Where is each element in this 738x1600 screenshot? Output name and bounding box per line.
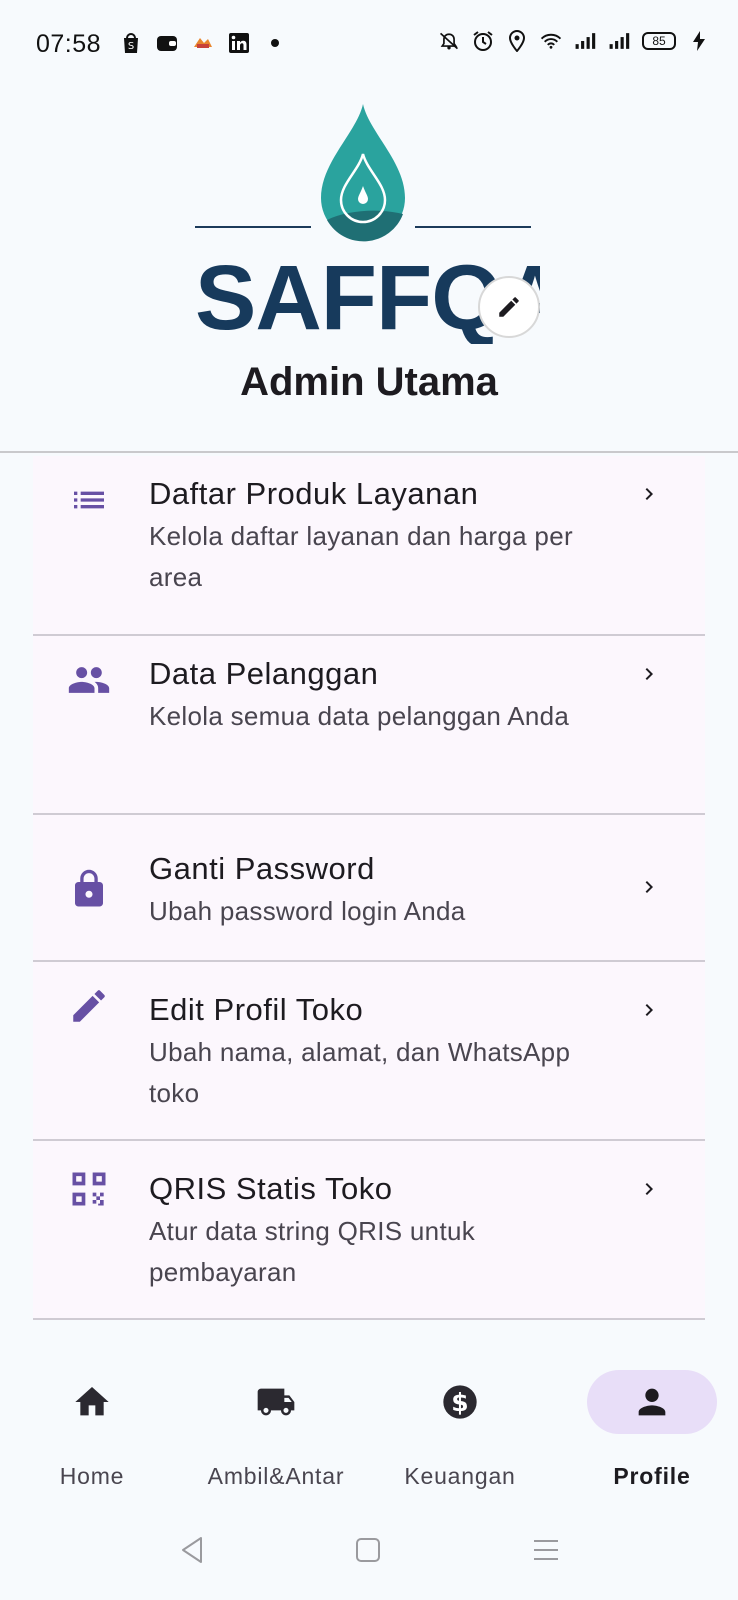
profile-header: SAFFQA Admin Utama bbox=[0, 92, 738, 452]
silent-icon bbox=[438, 30, 460, 52]
wallet-icon bbox=[156, 32, 178, 54]
menu-item-title: Data Pelanggan bbox=[149, 656, 379, 691]
game-icon bbox=[192, 32, 214, 54]
shopping-bag-icon: S bbox=[120, 32, 142, 54]
status-time: 07:58 bbox=[36, 30, 102, 58]
nav-label: Keuangan bbox=[404, 1463, 516, 1489]
logo-line-left bbox=[195, 226, 311, 228]
menu-item-title: Ganti Password bbox=[149, 851, 375, 886]
nav-ambil-antar[interactable]: Ambil&Antar bbox=[184, 1360, 368, 1489]
menu-item-data-pelanggan[interactable]: Data Pelanggan Kelola semua data pelangg… bbox=[33, 636, 705, 815]
profile-name: Admin Utama bbox=[240, 360, 498, 404]
nav-label: Home bbox=[59, 1463, 125, 1489]
person-icon bbox=[632, 1382, 672, 1422]
logo-line-right bbox=[415, 226, 531, 228]
chevron-right-icon bbox=[645, 1183, 653, 1195]
location-icon bbox=[506, 30, 528, 52]
signal-icon bbox=[574, 30, 596, 52]
menu-item-title: Edit Profil Toko bbox=[149, 992, 364, 1027]
header-divider bbox=[0, 451, 738, 453]
nav-keuangan[interactable]: $ Keuangan bbox=[368, 1360, 552, 1489]
nav-label: Profile bbox=[613, 1463, 691, 1489]
charging-icon bbox=[688, 30, 710, 52]
lock-icon bbox=[67, 867, 111, 911]
menu-item-subtitle: Kelola semua data pelanggan Anda bbox=[149, 701, 570, 731]
home-button-icon[interactable] bbox=[350, 1532, 386, 1568]
battery-icon: 85 bbox=[642, 32, 676, 50]
status-bar: 07:58 S 85 bbox=[0, 0, 738, 92]
nav-profile[interactable]: Profile bbox=[560, 1360, 738, 1489]
chevron-right-icon bbox=[645, 1004, 653, 1016]
pencil-icon bbox=[499, 297, 519, 317]
menu-item-title: QRIS Statis Toko bbox=[149, 1171, 393, 1206]
wifi-icon bbox=[540, 30, 562, 52]
edit-avatar-button[interactable] bbox=[478, 276, 540, 338]
chevron-right-icon bbox=[645, 488, 653, 500]
menu-item-qris-statis[interactable]: QRIS Statis Toko Atur data string QRIS u… bbox=[33, 1141, 705, 1320]
chevron-right-icon bbox=[645, 668, 653, 680]
list-icon bbox=[67, 478, 111, 522]
bottom-navigation: Home Ambil&Antar $ Keuangan Profile bbox=[0, 1360, 738, 1489]
nav-label: Ambil&Antar bbox=[207, 1463, 345, 1489]
people-icon bbox=[67, 658, 111, 702]
back-icon[interactable] bbox=[174, 1532, 210, 1568]
nav-home[interactable]: Home bbox=[0, 1360, 184, 1489]
status-system-icons: 85 bbox=[438, 30, 710, 52]
chevron-right-icon bbox=[645, 881, 653, 893]
edit-icon bbox=[67, 984, 111, 1028]
alarm-icon bbox=[472, 30, 494, 52]
svg-text:$: $ bbox=[451, 1388, 468, 1417]
qr-code-icon bbox=[67, 1167, 111, 1211]
signal-icon bbox=[608, 30, 630, 52]
linkedin-icon bbox=[228, 32, 250, 54]
menu-item-ganti-password[interactable]: Ganti Password Ubah password login Anda bbox=[33, 815, 705, 962]
menu-item-subtitle: Kelola daftar layanan dan harga per area bbox=[149, 521, 573, 592]
svg-text:S: S bbox=[128, 41, 134, 52]
menu-item-edit-profil-toko[interactable]: Edit Profil Toko Ubah nama, alamat, dan … bbox=[33, 962, 705, 1141]
truck-icon bbox=[256, 1382, 296, 1422]
home-icon bbox=[72, 1382, 112, 1422]
water-drop-icon bbox=[321, 104, 405, 242]
dollar-icon: $ bbox=[440, 1382, 480, 1422]
menu-item-subtitle: Ubah password login Anda bbox=[149, 896, 466, 926]
dot-icon bbox=[264, 32, 286, 54]
system-navigation-bar bbox=[0, 1520, 738, 1580]
menu-item-title: Daftar Produk Layanan bbox=[149, 476, 479, 511]
menu-item-subtitle: Atur data string QRIS untuk pembayaran bbox=[149, 1216, 476, 1287]
status-notification-icons: S bbox=[120, 32, 286, 54]
settings-menu-list: Daftar Produk Layanan Kelola daftar laya… bbox=[33, 456, 705, 1320]
menu-item-daftar-produk[interactable]: Daftar Produk Layanan Kelola daftar laya… bbox=[33, 456, 705, 636]
menu-item-subtitle: Ubah nama, alamat, dan WhatsApp toko bbox=[149, 1037, 571, 1108]
recents-menu-icon[interactable] bbox=[528, 1532, 564, 1568]
